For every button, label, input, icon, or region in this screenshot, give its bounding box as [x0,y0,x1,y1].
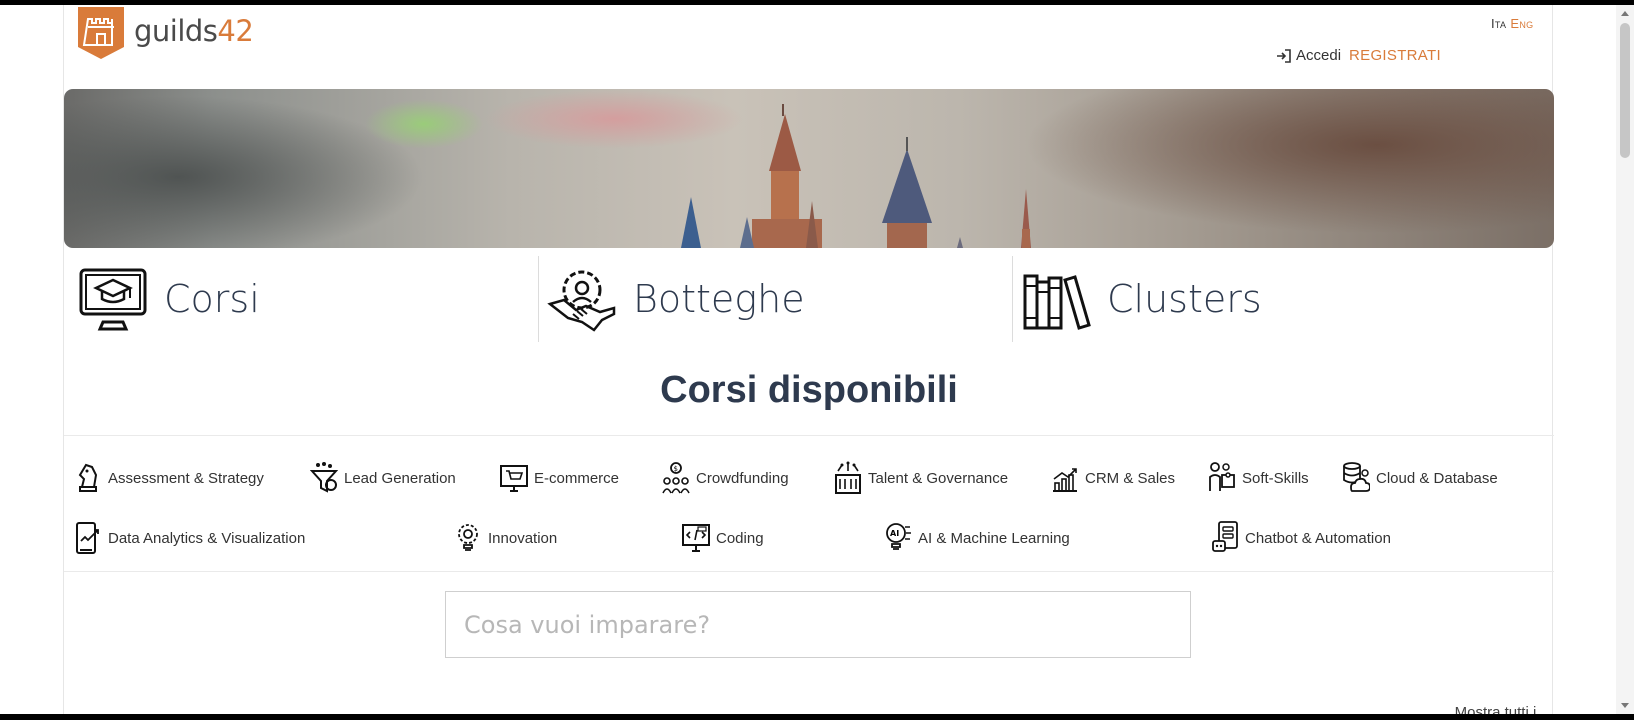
building-icon [835,461,861,494]
tile-clusters[interactable]: Clusters [1012,256,1486,342]
topic-chatbot-automation[interactable]: Chatbot & Automation [1211,521,1391,555]
search-input[interactable] [445,591,1191,658]
topic-coding[interactable]: Coding [682,521,764,555]
tile-corsi[interactable]: Corsi [64,256,538,342]
category-tiles: Corsi Botteghe Clusters [64,256,1554,342]
lightbulb-gear-icon [458,524,478,551]
lang-eng-link[interactable]: Eng [1510,16,1533,31]
tile-botteghe[interactable]: Botteghe [538,256,1012,342]
svg-text:AI: AI [890,529,899,538]
site-logo[interactable]: guilds42 [78,7,254,59]
vertical-scrollbar[interactable] [1616,5,1634,714]
divider-top [64,435,1554,436]
language-switcher: Ita Eng [1491,16,1533,31]
funnel-icon [310,462,338,493]
castle-towers-image [681,104,1031,248]
topic-data-analytics[interactable]: Data Analytics & Visualization [74,521,305,555]
ai-bulb-icon: AI [886,523,911,550]
handshake-gear-icon [547,270,616,332]
topic-label: AI & Machine Learning [918,529,1070,547]
sign-in-icon [1277,48,1291,63]
topic-label: Soft-Skills [1242,469,1309,487]
register-link[interactable]: REGISTRATI [1349,47,1441,64]
topic-crm-sales[interactable]: CRM & Sales [1051,461,1175,495]
code-monitor-icon [682,524,710,552]
topic-label: Data Analytics & Visualization [108,529,306,547]
svg-text:$: $ [674,465,678,473]
login-label: Accedi [1296,47,1342,64]
section-title: Corsi disponibili [660,369,958,411]
topic-innovation[interactable]: Innovation [454,521,557,555]
page-container: guilds42 Ita Eng Accedi REGISTRATI Corsi… [63,5,1554,720]
topic-lead-generation[interactable]: Lead Generation [310,461,456,495]
topic-label: E-commerce [534,469,620,487]
topic-talent-governance[interactable]: Talent & Governance [834,461,1008,495]
people-money-icon: $ [662,462,690,494]
cart-monitor-icon [500,465,528,492]
lang-ita-link[interactable]: Ita [1491,16,1506,31]
topic-soft-skills[interactable]: Soft-Skills [1208,461,1309,495]
topic-label: CRM & Sales [1085,469,1176,487]
topic-label: Coding [716,529,764,547]
growth-chart-icon [1053,468,1077,492]
topic-e-commerce[interactable]: E-commerce [500,461,619,495]
scroll-down-icon[interactable] [1621,703,1629,708]
auth-links: Accedi REGISTRATI [1276,47,1441,64]
topic-label: Innovation [488,529,558,547]
topic-assessment-strategy[interactable]: Assessment & Strategy [74,461,264,495]
window-bottom-edge [0,714,1634,720]
books-icon [1023,274,1091,330]
topic-label: Cloud & Database [1376,469,1498,487]
castle-logo-icon [78,7,124,59]
topic-crowdfunding[interactable]: $ Crowdfunding [662,461,789,495]
divider-bottom [64,571,1554,572]
logo-wordmark: guilds42 [134,14,254,48]
topic-label: Chatbot & Automation [1245,529,1391,547]
topic-label: Lead Generation [344,469,456,487]
topic-ai-machine-learning[interactable]: AI AI & Machine Learning [884,521,1070,555]
topic-cloud-database[interactable]: Cloud & Database [1342,461,1498,495]
chess-knight-icon [78,463,98,492]
tile-botteghe-label: Botteghe [633,277,805,321]
scroll-thumb[interactable] [1620,23,1630,158]
topic-label: Crowdfunding [696,469,789,487]
puzzle-people-icon [1209,462,1235,491]
chatbot-icon [1212,521,1238,552]
phone-chart-icon [76,522,99,554]
topic-label: Assessment & Strategy [108,469,264,487]
tile-clusters-label: Clusters [1107,277,1262,321]
tile-corsi-label: Corsi [164,277,260,321]
graduation-monitor-icon [79,268,147,331]
topic-label: Talent & Governance [868,469,1009,487]
cloud-database-icon [1343,462,1370,492]
hero-banner [64,89,1554,248]
login-link[interactable]: Accedi [1276,47,1341,64]
scroll-up-icon[interactable] [1621,11,1629,16]
